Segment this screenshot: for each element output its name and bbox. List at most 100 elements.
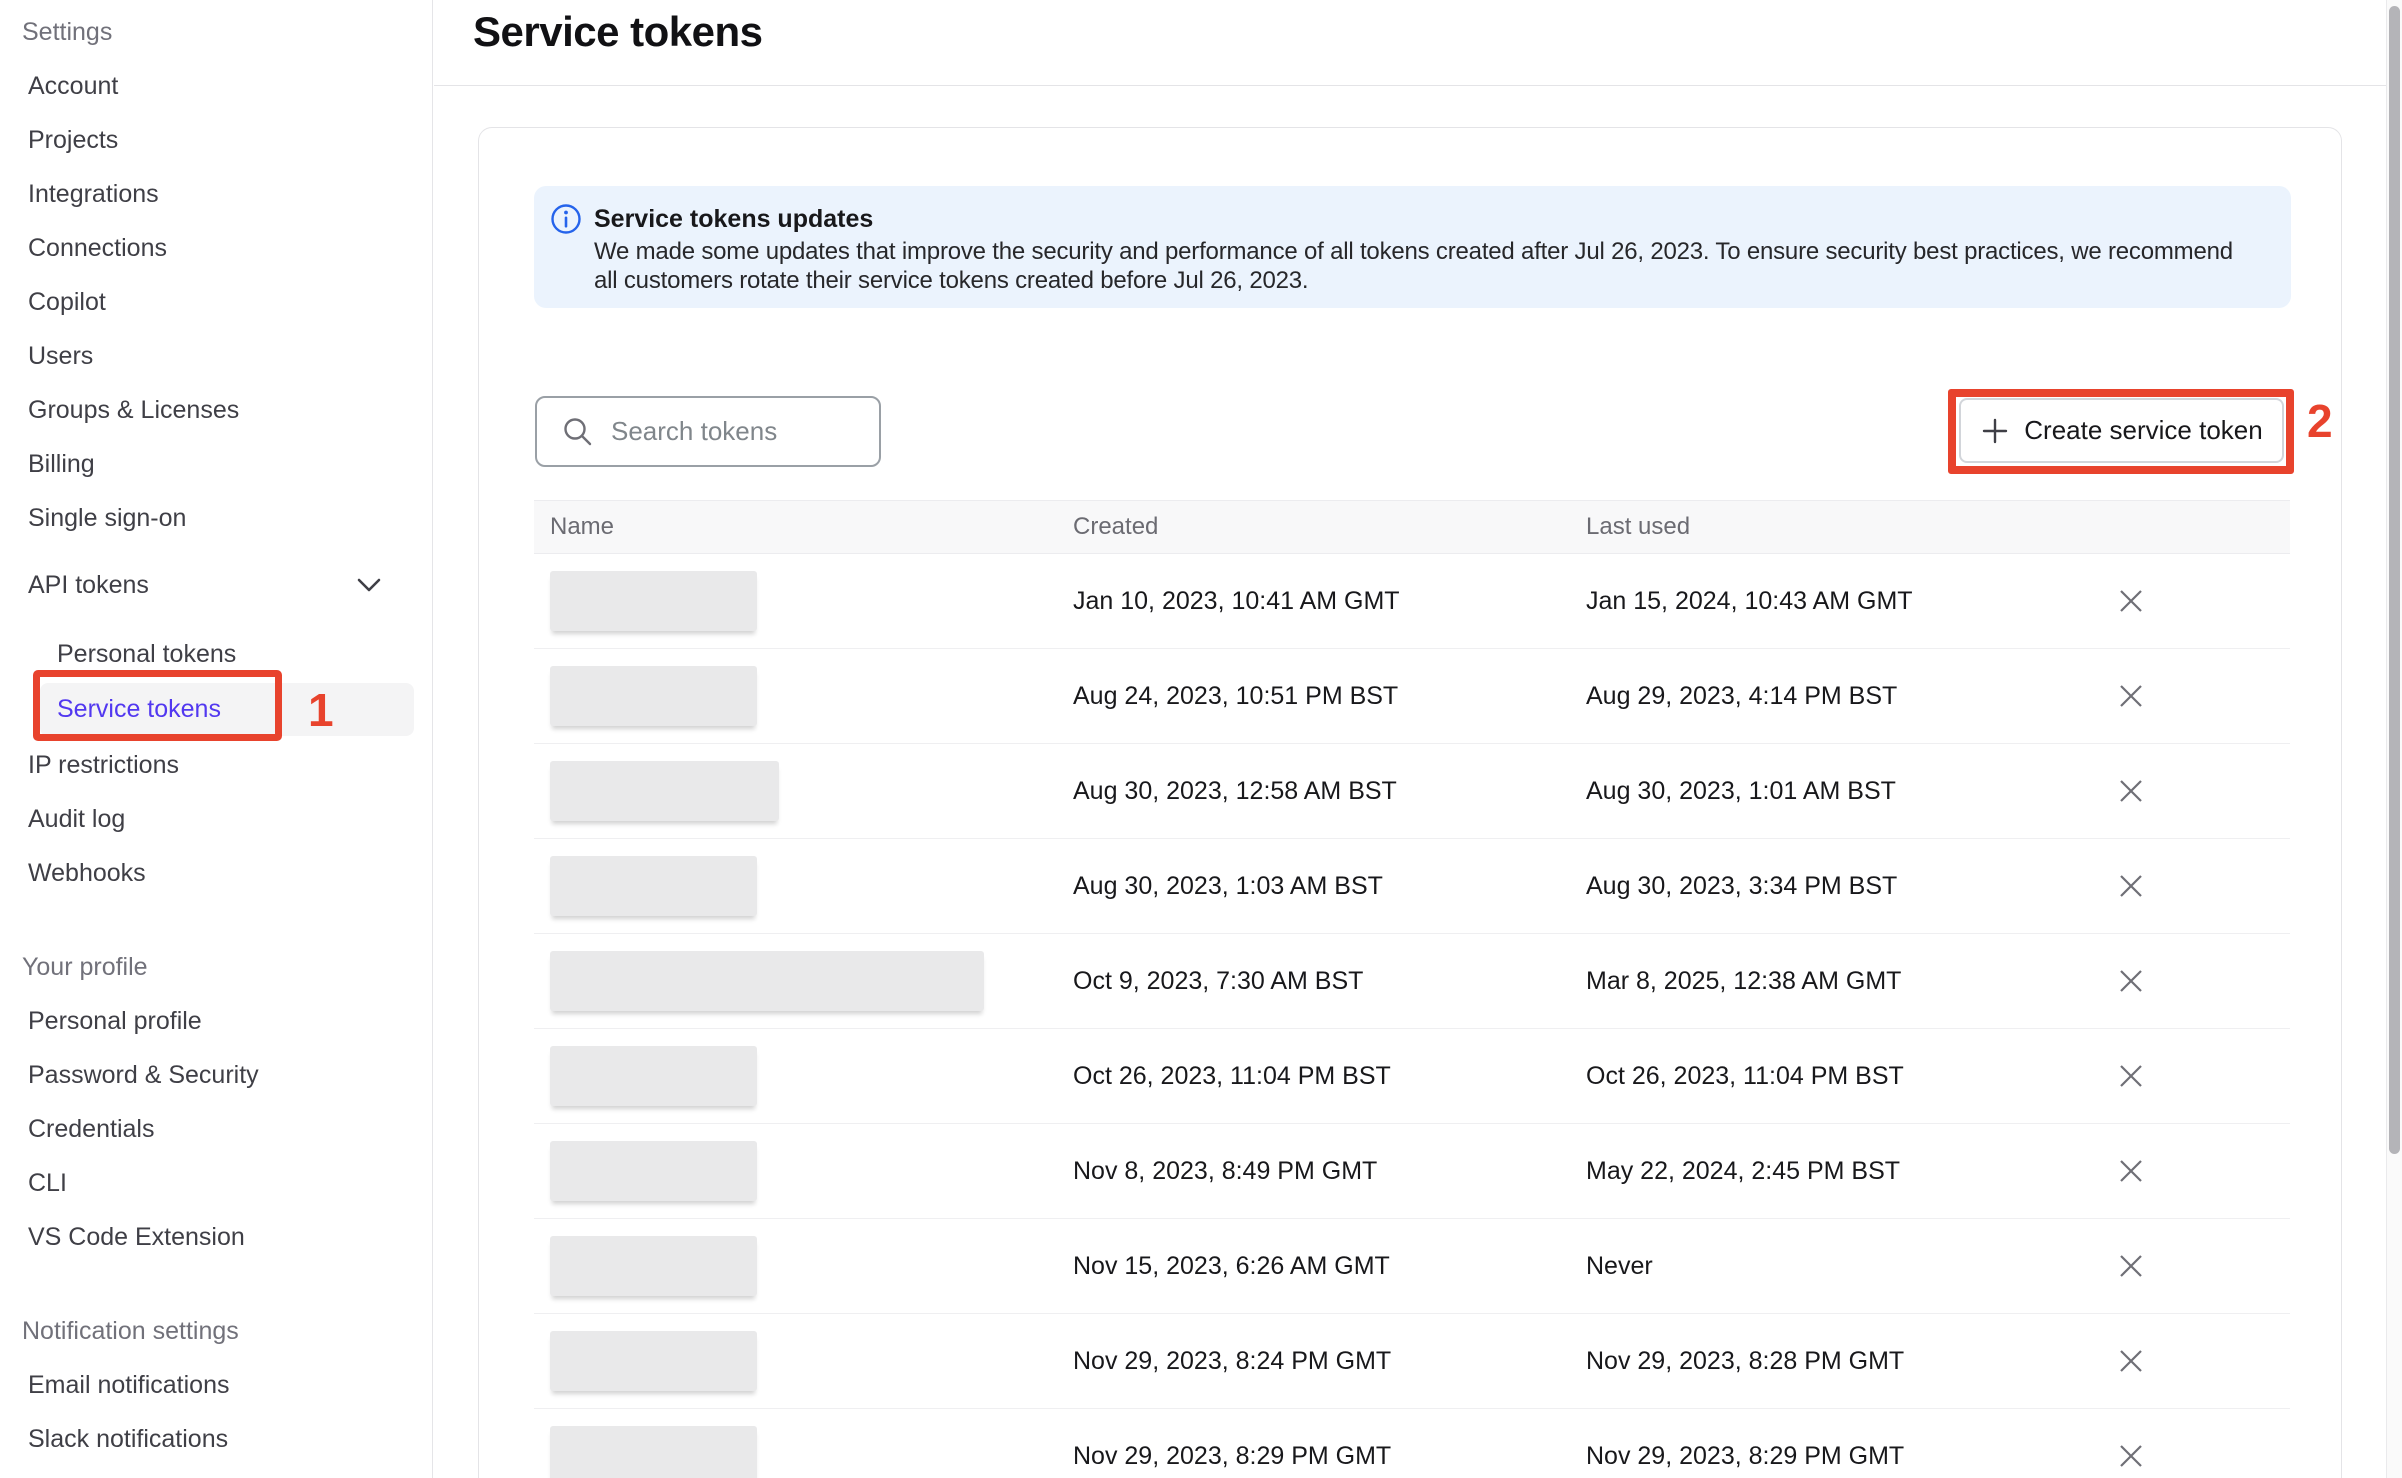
last-used-cell: Jan 15, 2024, 10:43 AM GMT: [1586, 587, 2111, 616]
sidebar-item-integrations[interactable]: Integrations: [0, 167, 432, 221]
create-service-token-label: Create service token: [2024, 415, 2262, 446]
delete-token-button[interactable]: [2111, 1056, 2151, 1096]
chevron-down-icon: [356, 577, 382, 593]
sidebar-item-webhooks[interactable]: Webhooks: [0, 846, 432, 900]
sidebar-item-service-tokens[interactable]: Service tokens 1: [0, 681, 432, 738]
column-header-name: Name: [550, 513, 1073, 541]
last-used-cell: Oct 26, 2023, 11:04 PM BST: [1586, 1062, 2111, 1091]
page-scrollbar[interactable]: [2386, 0, 2402, 1478]
search-input[interactable]: [611, 416, 861, 447]
redacted-token-name: [550, 666, 757, 726]
redacted-token-name: [550, 761, 779, 821]
search-icon: [561, 415, 595, 449]
sidebar-item-personal-profile[interactable]: Personal profile: [0, 994, 432, 1048]
close-icon: [2117, 1347, 2145, 1375]
sidebar-item-billing[interactable]: Billing: [0, 437, 432, 491]
table-header-row: Name Created Last used: [534, 500, 2290, 554]
created-cell: Nov 29, 2023, 8:24 PM GMT: [1073, 1347, 1586, 1376]
close-icon: [2117, 872, 2145, 900]
table-row: Oct 26, 2023, 11:04 PM BST Oct 26, 2023,…: [534, 1029, 2290, 1124]
sidebar-section-notification-settings: Notification settings: [0, 1304, 432, 1358]
redacted-token-name: [550, 571, 757, 631]
close-icon: [2117, 1062, 2145, 1090]
sidebar-item-api-tokens[interactable]: API tokens: [0, 558, 432, 612]
created-cell: Jan 10, 2023, 10:41 AM GMT: [1073, 587, 1586, 616]
main-content: Service tokens Service tokens updates We…: [434, 0, 2386, 1478]
sidebar-item-label: Service tokens: [0, 681, 221, 738]
info-banner: Service tokens updates We made some upda…: [534, 186, 2291, 308]
sidebar-item-copilot[interactable]: Copilot: [0, 275, 432, 329]
search-tokens-box: [535, 396, 881, 467]
last-used-cell: Never: [1586, 1252, 2111, 1281]
settings-sidebar: Settings Account Projects Integrations C…: [0, 0, 433, 1478]
sidebar-section-settings: Settings: [0, 5, 432, 59]
delete-token-button[interactable]: [2111, 676, 2151, 716]
sidebar-item-vs-code-extension[interactable]: VS Code Extension: [0, 1210, 432, 1264]
last-used-cell: Nov 29, 2023, 8:29 PM GMT: [1586, 1442, 2111, 1471]
scrollbar-thumb[interactable]: [2389, 6, 2400, 1154]
service-tokens-table: Name Created Last used Jan 10, 2023, 10:…: [534, 500, 2290, 1478]
delete-token-button[interactable]: [2111, 1246, 2151, 1286]
created-cell: Aug 24, 2023, 10:51 PM BST: [1073, 682, 1586, 711]
sidebar-item-email-notifications[interactable]: Email notifications: [0, 1358, 432, 1412]
sidebar-item-slack-notifications[interactable]: Slack notifications: [0, 1412, 432, 1466]
sidebar-item-credentials[interactable]: Credentials: [0, 1102, 432, 1156]
delete-token-button[interactable]: [2111, 866, 2151, 906]
banner-title: Service tokens updates: [594, 205, 873, 234]
table-row: Nov 29, 2023, 8:29 PM GMT Nov 29, 2023, …: [534, 1409, 2290, 1478]
redacted-token-name: [550, 1426, 757, 1478]
last-used-cell: Mar 8, 2025, 12:38 AM GMT: [1586, 967, 2111, 996]
delete-token-button[interactable]: [2111, 1151, 2151, 1191]
page-title: Service tokens: [473, 8, 763, 56]
created-cell: Nov 15, 2023, 6:26 AM GMT: [1073, 1252, 1586, 1281]
table-row: Aug 30, 2023, 1:03 AM BST Aug 30, 2023, …: [534, 839, 2290, 934]
sidebar-item-connections[interactable]: Connections: [0, 221, 432, 275]
created-cell: Nov 8, 2023, 8:49 PM GMT: [1073, 1157, 1586, 1186]
sidebar-item-single-sign-on[interactable]: Single sign-on: [0, 491, 432, 545]
annotation-number-2: 2: [2307, 394, 2333, 448]
delete-token-button[interactable]: [2111, 961, 2151, 1001]
app-root: Settings Account Projects Integrations C…: [0, 0, 2402, 1478]
delete-token-button[interactable]: [2111, 1341, 2151, 1381]
redacted-token-name: [550, 1331, 757, 1391]
table-row: Nov 29, 2023, 8:24 PM GMT Nov 29, 2023, …: [534, 1314, 2290, 1409]
sidebar-item-personal-tokens[interactable]: Personal tokens: [0, 627, 432, 681]
created-cell: Oct 26, 2023, 11:04 PM BST: [1073, 1062, 1586, 1091]
created-cell: Aug 30, 2023, 1:03 AM BST: [1073, 872, 1586, 901]
sidebar-item-password-security[interactable]: Password & Security: [0, 1048, 432, 1102]
redacted-token-name: [550, 951, 984, 1011]
created-cell: Oct 9, 2023, 7:30 AM BST: [1073, 967, 1586, 996]
banner-body: We made some updates that improve the se…: [594, 238, 2244, 295]
table-row: Aug 30, 2023, 12:58 AM BST Aug 30, 2023,…: [534, 744, 2290, 839]
sidebar-item-label: API tokens: [28, 571, 149, 600]
sidebar-item-cli[interactable]: CLI: [0, 1156, 432, 1210]
close-icon: [2117, 1442, 2145, 1470]
header-divider: [434, 85, 2386, 86]
sidebar-item-audit-log[interactable]: Audit log: [0, 792, 432, 846]
close-icon: [2117, 967, 2145, 995]
sidebar-item-users[interactable]: Users: [0, 329, 432, 383]
created-cell: Aug 30, 2023, 12:58 AM BST: [1073, 777, 1586, 806]
annotation-number-1: 1: [308, 683, 334, 737]
delete-token-button[interactable]: [2111, 1436, 2151, 1476]
last-used-cell: Aug 29, 2023, 4:14 PM BST: [1586, 682, 2111, 711]
table-row: Aug 24, 2023, 10:51 PM BST Aug 29, 2023,…: [534, 649, 2290, 744]
last-used-cell: Nov 29, 2023, 8:28 PM GMT: [1586, 1347, 2111, 1376]
close-icon: [2117, 1157, 2145, 1185]
plus-icon: [1980, 416, 2010, 446]
delete-token-button[interactable]: [2111, 581, 2151, 621]
sidebar-item-account[interactable]: Account: [0, 59, 432, 113]
create-service-token-button[interactable]: Create service token: [1959, 398, 2284, 463]
sidebar-item-projects[interactable]: Projects: [0, 113, 432, 167]
close-icon: [2117, 1252, 2145, 1280]
redacted-token-name: [550, 1236, 757, 1296]
info-icon: [550, 203, 582, 240]
delete-token-button[interactable]: [2111, 771, 2151, 811]
close-icon: [2117, 682, 2145, 710]
column-header-last-used: Last used: [1586, 513, 2111, 541]
column-header-created: Created: [1073, 513, 1586, 541]
last-used-cell: Aug 30, 2023, 3:34 PM BST: [1586, 872, 2111, 901]
sidebar-item-groups-licenses[interactable]: Groups & Licenses: [0, 383, 432, 437]
sidebar-item-ip-restrictions[interactable]: IP restrictions: [0, 738, 432, 792]
created-cell: Nov 29, 2023, 8:29 PM GMT: [1073, 1442, 1586, 1471]
